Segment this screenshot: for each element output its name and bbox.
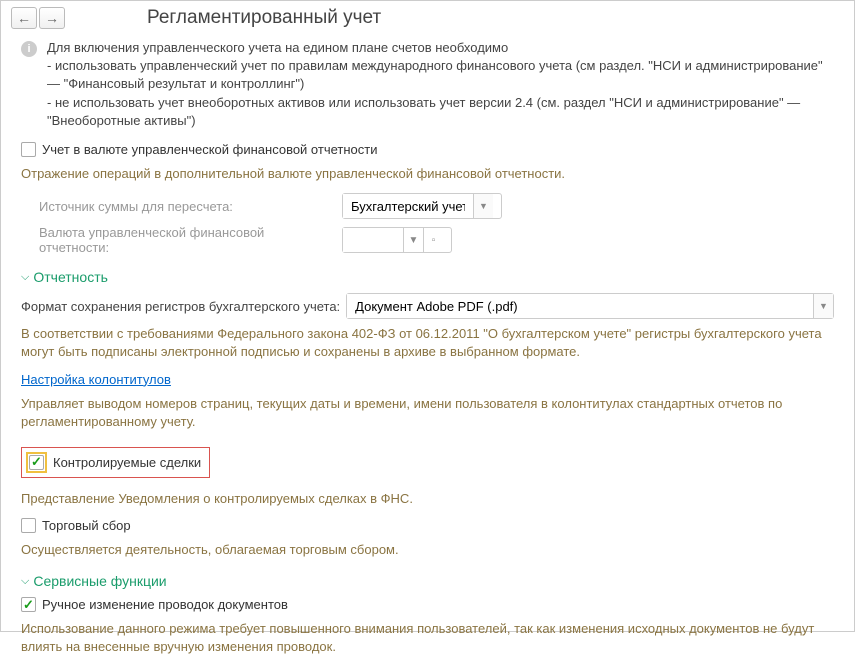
source-dropdown-btn[interactable]: ▼: [473, 194, 493, 218]
trade-fee-label: Торговый сбор: [42, 518, 131, 533]
controlled-deals-highlight: Контролируемые сделки: [21, 447, 210, 478]
source-dropdown[interactable]: ▼: [342, 193, 502, 219]
trade-desc: Осуществляется деятельность, облагаемая …: [21, 541, 834, 559]
info-text: Для включения управленческого учета на е…: [47, 39, 834, 130]
controlled-deals-label: Контролируемые сделки: [53, 455, 201, 470]
service-section-header[interactable]: ⌵ Сервисные функции: [21, 573, 834, 589]
info-icon: i: [21, 41, 37, 57]
manual-desc: Использование данного режима требует пов…: [21, 620, 834, 656]
currency-accounting-label: Учет в валюте управленческой финансовой …: [42, 142, 377, 157]
source-input[interactable]: [343, 194, 473, 218]
currency-label: Валюта управленческой финансовой отчетно…: [39, 225, 334, 255]
controlled-deals-checkbox[interactable]: [29, 455, 44, 470]
chevron-down-icon: ⌵: [21, 271, 29, 284]
format-label: Формат сохранения регистров бухгалтерско…: [21, 299, 340, 314]
currency-accounting-checkbox[interactable]: [21, 142, 36, 157]
info-block: i Для включения управленческого учета на…: [21, 39, 834, 130]
format-dropdown[interactable]: ▼: [346, 293, 834, 319]
source-label: Источник суммы для пересчета:: [39, 199, 334, 214]
headers-settings-link[interactable]: Настройка колонтитулов: [21, 372, 171, 387]
back-button[interactable]: ←: [11, 7, 37, 29]
manual-edit-checkbox[interactable]: [21, 597, 36, 612]
trade-fee-checkbox[interactable]: [21, 518, 36, 533]
currency-dropdown-btn[interactable]: ▼: [403, 228, 423, 252]
currency-dropdown[interactable]: ▼ ▫: [342, 227, 452, 253]
law-desc: В соответствии с требованиями Федерально…: [21, 325, 834, 361]
header-desc: Управляет выводом номеров страниц, текущ…: [21, 395, 834, 431]
format-input[interactable]: [347, 294, 813, 318]
page-title: Регламентированный учет: [147, 7, 381, 29]
currency-desc: Отражение операций в дополнительной валю…: [21, 165, 834, 183]
manual-edit-label: Ручное изменение проводок документов: [42, 597, 288, 612]
currency-open-btn[interactable]: ▫: [423, 228, 443, 252]
controlled-desc: Представление Уведомления о контролируем…: [21, 490, 834, 508]
reporting-section-header[interactable]: ⌵ Отчетность: [21, 269, 834, 285]
format-dropdown-btn[interactable]: ▼: [813, 294, 833, 318]
chevron-down-icon: ⌵: [21, 575, 29, 588]
currency-input[interactable]: [343, 228, 403, 252]
forward-button[interactable]: →: [39, 7, 65, 29]
